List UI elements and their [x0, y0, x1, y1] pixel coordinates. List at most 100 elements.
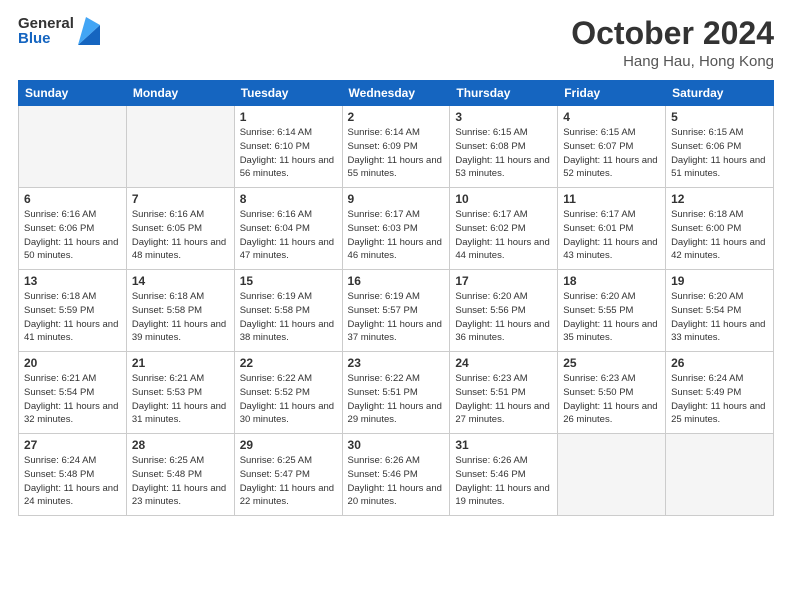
day-info: Sunrise: 6:24 AM Sunset: 5:48 PM Dayligh…	[24, 454, 121, 509]
calendar-header-row: Sunday Monday Tuesday Wednesday Thursday…	[19, 81, 774, 106]
table-row: 9Sunrise: 6:17 AM Sunset: 6:03 PM Daylig…	[342, 188, 450, 270]
table-row: 7 Sunrise: 6:16 AM Sunset: 6:05 PM Daylig…	[126, 188, 234, 270]
table-row: 17 Sunrise: 6:20 AM Sunset: 5:56 PM Dayli…	[450, 270, 558, 352]
day-number: 28	[132, 438, 229, 452]
day-info: Sunrise: 6:20 AM Sunset: 5:55 PM Dayligh…	[563, 290, 660, 345]
day-info: Sunrise: 6:15 AM Sunset: 6:06 PM Dayligh…	[671, 126, 768, 181]
day-info: Sunrise: 6:19 AM Sunset: 5:57 PM Dayligh…	[348, 290, 445, 345]
table-row: 12 Sunrise: 6:18 AM Sunset: 6:00 PM Dayli…	[666, 188, 774, 270]
day-info: Sunrise: 6:16 AM Sunset: 6:04 PM Dayligh…	[240, 208, 337, 263]
table-row: 2Sunrise: 6:14 AM Sunset: 6:09 PM Daylig…	[342, 106, 450, 188]
day-info: Sunrise: 6:21 AM Sunset: 5:53 PM Dayligh…	[132, 372, 229, 427]
table-row: 16 Sunrise: 6:19 AM Sunset: 5:57 PM Dayli…	[342, 270, 450, 352]
logo-general: General	[18, 16, 74, 31]
day-number: 4	[563, 110, 660, 124]
day-info: Sunrise: 6:14 AM Sunset: 6:10 PM Dayligh…	[240, 126, 337, 181]
logo-text: General Blue	[18, 16, 74, 46]
table-row	[126, 106, 234, 188]
day-info: Sunrise: 6:26 AM Sunset: 5:46 PM Dayligh…	[455, 454, 552, 509]
table-row: 1 Sunrise: 6:14 AM Sunset: 6:10 PM Daylig…	[234, 106, 342, 188]
table-row: 22Sunrise: 6:22 AM Sunset: 5:52 PM Dayli…	[234, 352, 342, 434]
day-number: 16	[348, 274, 445, 288]
day-number: 27	[24, 438, 121, 452]
day-number: 21	[132, 356, 229, 370]
table-row	[19, 106, 127, 188]
table-row: 5 Sunrise: 6:15 AM Sunset: 6:06 PM Daylig…	[666, 106, 774, 188]
day-number: 1	[240, 110, 337, 124]
month-title: October 2024	[571, 16, 774, 51]
table-row: 11Sunrise: 6:17 AM Sunset: 6:01 PM Dayli…	[558, 188, 666, 270]
day-info: Sunrise: 6:19 AM Sunset: 5:58 PM Dayligh…	[240, 290, 337, 345]
day-info: Sunrise: 6:18 AM Sunset: 6:00 PM Dayligh…	[671, 208, 768, 263]
day-info: Sunrise: 6:26 AM Sunset: 5:46 PM Dayligh…	[348, 454, 445, 509]
day-info: Sunrise: 6:15 AM Sunset: 6:08 PM Dayligh…	[455, 126, 552, 181]
table-row	[558, 434, 666, 516]
table-row	[666, 434, 774, 516]
table-row: 8 Sunrise: 6:16 AM Sunset: 6:04 PM Daylig…	[234, 188, 342, 270]
day-info: Sunrise: 6:18 AM Sunset: 5:58 PM Dayligh…	[132, 290, 229, 345]
day-number: 6	[24, 192, 121, 206]
day-number: 10	[455, 192, 552, 206]
day-info: Sunrise: 6:17 AM Sunset: 6:03 PM Dayligh…	[348, 208, 445, 263]
day-number: 30	[348, 438, 445, 452]
col-wednesday: Wednesday	[342, 81, 450, 106]
location-title: Hang Hau, Hong Kong	[571, 53, 774, 70]
calendar-week-row: 1 Sunrise: 6:14 AM Sunset: 6:10 PM Daylig…	[19, 106, 774, 188]
day-number: 24	[455, 356, 552, 370]
day-info: Sunrise: 6:23 AM Sunset: 5:51 PM Dayligh…	[455, 372, 552, 427]
day-number: 12	[671, 192, 768, 206]
day-info: Sunrise: 6:25 AM Sunset: 5:48 PM Dayligh…	[132, 454, 229, 509]
table-row: 23Sunrise: 6:22 AM Sunset: 5:51 PM Dayli…	[342, 352, 450, 434]
table-row: 31 Sunrise: 6:26 AM Sunset: 5:46 PM Dayli…	[450, 434, 558, 516]
logo: General Blue	[18, 16, 100, 46]
table-row: 29Sunrise: 6:25 AM Sunset: 5:47 PM Dayli…	[234, 434, 342, 516]
table-row: 26 Sunrise: 6:24 AM Sunset: 5:49 PM Dayli…	[666, 352, 774, 434]
day-info: Sunrise: 6:17 AM Sunset: 6:02 PM Dayligh…	[455, 208, 552, 263]
title-block: October 2024 Hang Hau, Hong Kong	[571, 16, 774, 70]
header: General Blue October 2024 Hang Hau, Hong…	[18, 16, 774, 70]
day-number: 17	[455, 274, 552, 288]
table-row: 25 Sunrise: 6:23 AM Sunset: 5:50 PM Dayli…	[558, 352, 666, 434]
table-row: 28 Sunrise: 6:25 AM Sunset: 5:48 PM Dayli…	[126, 434, 234, 516]
day-info: Sunrise: 6:16 AM Sunset: 6:05 PM Dayligh…	[132, 208, 229, 263]
day-number: 23	[348, 356, 445, 370]
col-monday: Monday	[126, 81, 234, 106]
calendar-table: Sunday Monday Tuesday Wednesday Thursday…	[18, 80, 774, 516]
day-number: 3	[455, 110, 552, 124]
day-info: Sunrise: 6:20 AM Sunset: 5:56 PM Dayligh…	[455, 290, 552, 345]
day-info: Sunrise: 6:14 AM Sunset: 6:09 PM Dayligh…	[348, 126, 445, 181]
table-row: 4 Sunrise: 6:15 AM Sunset: 6:07 PM Daylig…	[558, 106, 666, 188]
day-number: 18	[563, 274, 660, 288]
col-thursday: Thursday	[450, 81, 558, 106]
table-row: 10 Sunrise: 6:17 AM Sunset: 6:02 PM Dayli…	[450, 188, 558, 270]
calendar-week-row: 13Sunrise: 6:18 AM Sunset: 5:59 PM Dayli…	[19, 270, 774, 352]
day-info: Sunrise: 6:22 AM Sunset: 5:52 PM Dayligh…	[240, 372, 337, 427]
day-info: Sunrise: 6:15 AM Sunset: 6:07 PM Dayligh…	[563, 126, 660, 181]
calendar-week-row: 6 Sunrise: 6:16 AM Sunset: 6:06 PM Daylig…	[19, 188, 774, 270]
calendar-week-row: 27 Sunrise: 6:24 AM Sunset: 5:48 PM Dayli…	[19, 434, 774, 516]
day-number: 25	[563, 356, 660, 370]
table-row: 24 Sunrise: 6:23 AM Sunset: 5:51 PM Dayli…	[450, 352, 558, 434]
day-number: 7	[132, 192, 229, 206]
day-info: Sunrise: 6:16 AM Sunset: 6:06 PM Dayligh…	[24, 208, 121, 263]
table-row: 21 Sunrise: 6:21 AM Sunset: 5:53 PM Dayli…	[126, 352, 234, 434]
day-number: 8	[240, 192, 337, 206]
day-number: 20	[24, 356, 121, 370]
table-row: 6 Sunrise: 6:16 AM Sunset: 6:06 PM Daylig…	[19, 188, 127, 270]
logo-icon	[78, 17, 100, 45]
day-number: 11	[563, 192, 660, 206]
day-number: 14	[132, 274, 229, 288]
table-row: 19Sunrise: 6:20 AM Sunset: 5:54 PM Dayli…	[666, 270, 774, 352]
day-number: 26	[671, 356, 768, 370]
day-info: Sunrise: 6:20 AM Sunset: 5:54 PM Dayligh…	[671, 290, 768, 345]
day-number: 5	[671, 110, 768, 124]
day-number: 13	[24, 274, 121, 288]
table-row: 15Sunrise: 6:19 AM Sunset: 5:58 PM Dayli…	[234, 270, 342, 352]
table-row: 27 Sunrise: 6:24 AM Sunset: 5:48 PM Dayli…	[19, 434, 127, 516]
day-info: Sunrise: 6:23 AM Sunset: 5:50 PM Dayligh…	[563, 372, 660, 427]
day-info: Sunrise: 6:24 AM Sunset: 5:49 PM Dayligh…	[671, 372, 768, 427]
page: General Blue October 2024 Hang Hau, Hong…	[0, 0, 792, 612]
col-tuesday: Tuesday	[234, 81, 342, 106]
table-row: 13Sunrise: 6:18 AM Sunset: 5:59 PM Dayli…	[19, 270, 127, 352]
day-number: 31	[455, 438, 552, 452]
